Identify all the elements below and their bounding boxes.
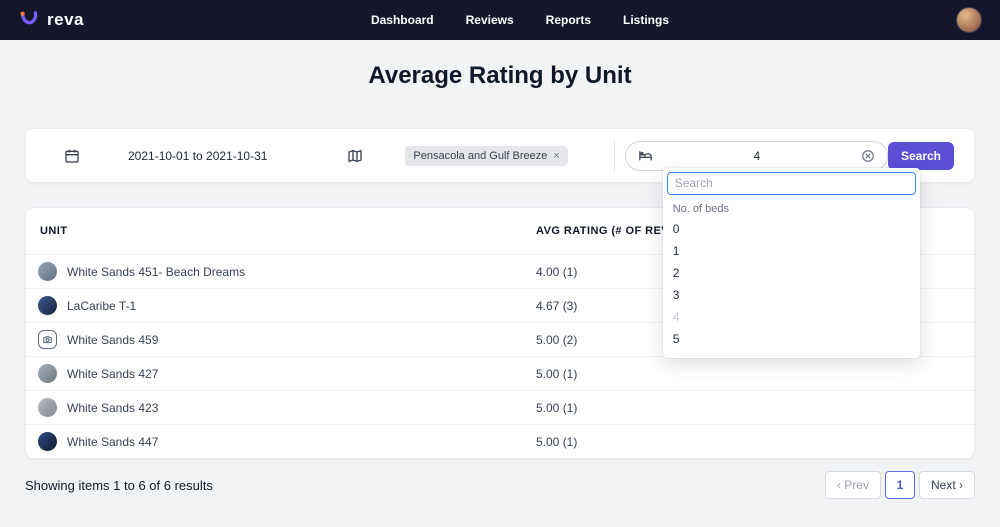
top-navbar: reva Dashboard Reviews Reports Listings <box>0 0 1000 40</box>
unit-name: White Sands 427 <box>67 366 159 381</box>
results-footer: Showing items 1 to 6 of 6 results ‹ Prev… <box>25 471 975 499</box>
unit-rating: 5.00 (1) <box>536 366 578 381</box>
filter-divider <box>613 138 615 173</box>
nav-item-dashboard[interactable]: Dashboard <box>371 13 434 27</box>
nav-item-listings[interactable]: Listings <box>623 13 669 27</box>
map-icon[interactable] <box>347 148 363 164</box>
brand-logo[interactable]: reva <box>18 9 84 31</box>
location-tag-remove-icon[interactable]: × <box>553 150 559 162</box>
search-button[interactable]: Search <box>887 141 954 170</box>
beds-option-3[interactable]: 3 <box>667 284 916 306</box>
results-summary: Showing items 1 to 6 of 6 results <box>25 477 213 493</box>
brand-name: reva <box>47 10 84 29</box>
table-row[interactable]: White Sands 447 5.00 (1) <box>26 424 974 458</box>
beds-option-1[interactable]: 1 <box>667 240 916 262</box>
unit-rating: 5.00 (1) <box>536 434 578 449</box>
unit-name: White Sands 459 <box>67 332 159 347</box>
nav-item-reports[interactable]: Reports <box>546 13 591 27</box>
beds-selected-value: 4 <box>753 148 761 163</box>
table-row[interactable]: White Sands 427 5.00 (1) <box>26 356 974 390</box>
date-range-value[interactable]: 2021-10-01 to 2021-10-31 <box>128 149 287 163</box>
beds-option-2[interactable]: 2 <box>667 262 916 284</box>
table-row[interactable]: White Sands 423 5.00 (1) <box>26 390 974 424</box>
clear-circle-icon[interactable] <box>861 149 875 163</box>
column-header-unit: UNIT <box>40 225 68 237</box>
unit-rating: 5.00 (1) <box>536 400 578 415</box>
unit-avatar <box>38 262 57 281</box>
unit-name: White Sands 451- Beach Dreams <box>67 264 246 279</box>
beds-option-0[interactable]: 0 <box>667 218 916 240</box>
unit-avatar <box>38 398 57 417</box>
camera-icon <box>38 330 57 349</box>
beds-dropdown-group-label: No. of beds <box>672 202 729 215</box>
pagination: ‹ Prev 1 Next › <box>824 471 975 499</box>
next-page-button[interactable]: Next › <box>918 471 975 499</box>
bed-icon <box>638 148 653 163</box>
user-avatar[interactable] <box>956 7 982 33</box>
nav-links: Dashboard Reviews Reports Listings <box>371 13 669 27</box>
current-page-button[interactable]: 1 <box>884 471 915 499</box>
beds-option-4-selected[interactable]: 4 <box>667 306 916 328</box>
unit-avatar <box>38 364 57 383</box>
beds-option-5[interactable]: 5 <box>667 328 916 350</box>
calendar-icon[interactable] <box>64 148 80 164</box>
location-tag[interactable]: Pensacola and Gulf Breeze × <box>405 145 568 166</box>
beds-dropdown: No. of beds 0 1 2 3 4 5 <box>662 167 920 358</box>
unit-name: LaCaribe T-1 <box>67 298 137 313</box>
beds-combobox[interactable]: 4 No. of beds 0 1 2 3 4 5 <box>624 140 920 358</box>
reva-swoosh-icon <box>18 9 40 31</box>
location-tag-label: Pensacola and Gulf Breeze <box>413 149 548 162</box>
unit-name: White Sands 447 <box>67 434 159 449</box>
prev-page-button[interactable]: ‹ Prev <box>824 471 881 499</box>
filter-bar: 2021-10-01 to 2021-10-31 Pensacola and G… <box>25 128 975 358</box>
beds-dropdown-search-input[interactable] <box>666 171 916 195</box>
nav-item-reviews[interactable]: Reviews <box>466 13 514 27</box>
page-title: Average Rating by Unit <box>368 62 632 89</box>
unit-avatar <box>38 296 57 315</box>
unit-avatar <box>38 432 57 451</box>
unit-name: White Sands 423 <box>67 400 159 415</box>
